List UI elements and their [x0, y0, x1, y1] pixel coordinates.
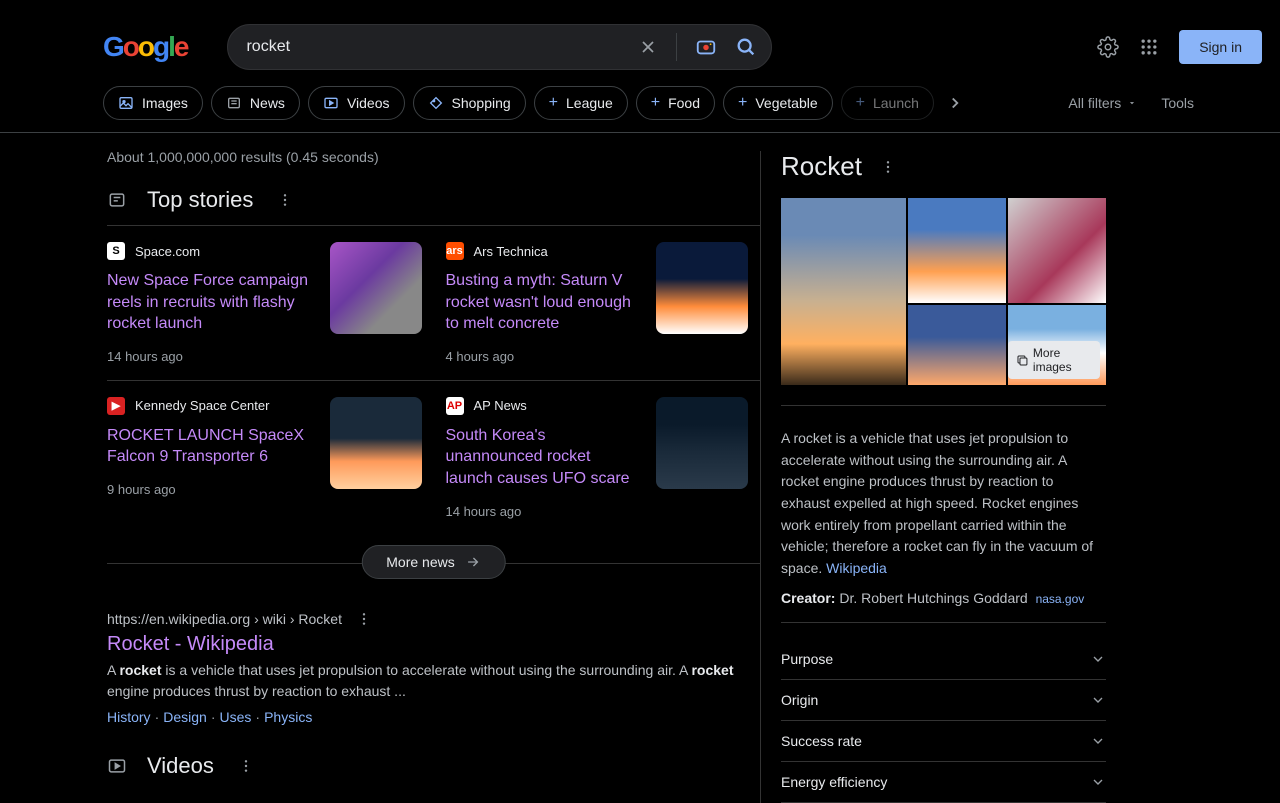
story-title[interactable]: South Korea's unannounced rocket launch …: [446, 425, 641, 490]
kp-image-grid: More images: [781, 198, 1106, 406]
kp-accordion-item[interactable]: Energy efficiency: [781, 762, 1106, 803]
filter-chip-news[interactable]: News: [211, 86, 300, 120]
filter-chip-league[interactable]: +League: [534, 86, 628, 120]
search-icon[interactable]: [735, 36, 757, 58]
kp-accordion-item[interactable]: Purpose: [781, 639, 1106, 680]
kp-image[interactable]: More images: [1008, 305, 1106, 385]
source-favicon: ▶: [107, 397, 125, 415]
kp-image[interactable]: [908, 305, 1006, 385]
kp-image[interactable]: [1008, 198, 1106, 303]
source-favicon: S: [107, 242, 125, 260]
result-title[interactable]: Rocket - Wikipedia: [107, 633, 760, 656]
search-bar: [227, 24, 772, 70]
result-sitelinks: History·Design·Uses·Physics: [107, 709, 760, 725]
news-icon: [107, 190, 127, 210]
chevron-down-icon: [1090, 692, 1106, 708]
more-images-button[interactable]: More images: [1008, 341, 1100, 379]
google-logo[interactable]: Google: [103, 31, 187, 63]
signin-button[interactable]: Sign in: [1179, 30, 1262, 64]
knowledge-panel: Rocket More images A rocket is a vehicle…: [760, 151, 1130, 803]
top-stories-more-icon[interactable]: [273, 188, 297, 212]
filter-chip-food[interactable]: +Food: [636, 86, 715, 120]
kp-more-icon[interactable]: [876, 155, 900, 179]
filter-chip-shopping[interactable]: Shopping: [413, 86, 526, 120]
story-card[interactable]: ▶ Kennedy Space Center ROCKET LAUNCH Spa…: [107, 380, 434, 535]
settings-icon[interactable]: [1097, 36, 1119, 58]
story-thumbnail[interactable]: [330, 242, 422, 334]
result-stats: About 1,000,000,000 results (0.45 second…: [107, 149, 760, 165]
story-thumbnail[interactable]: [656, 242, 748, 334]
chevron-down-icon: [1090, 774, 1106, 790]
kp-title: Rocket: [781, 151, 862, 182]
story-time: 14 hours ago: [107, 349, 314, 364]
kp-fact-creator: Creator: Dr. Robert Hutchings Goddard na…: [781, 590, 1106, 623]
sitelink[interactable]: History: [107, 709, 151, 725]
top-stories-title: Top stories: [147, 187, 253, 213]
search-input[interactable]: [242, 38, 638, 56]
kp-creator-source-link[interactable]: nasa.gov: [1036, 592, 1085, 606]
chevron-down-icon: [1090, 733, 1106, 749]
story-thumbnail[interactable]: [656, 397, 748, 489]
all-filters-button[interactable]: All filters: [1068, 95, 1137, 111]
clear-icon[interactable]: [638, 37, 658, 57]
header: Google Sign in: [0, 0, 1280, 70]
sitelink[interactable]: Design: [163, 709, 207, 725]
kp-wikipedia-link[interactable]: Wikipedia: [826, 560, 887, 576]
filter-bar: Images News Videos Shopping +League +Foo…: [0, 70, 1280, 133]
result-more-icon[interactable]: [356, 611, 372, 627]
filter-chip-videos[interactable]: Videos: [308, 86, 405, 120]
story-source: Space.com: [135, 244, 200, 259]
kp-image[interactable]: [908, 198, 1006, 303]
story-time: 4 hours ago: [446, 349, 641, 364]
filter-chip-images[interactable]: Images: [103, 86, 203, 120]
story-card[interactable]: AP AP News South Korea's unannounced roc…: [434, 380, 761, 535]
story-thumbnail[interactable]: [330, 397, 422, 489]
story-title[interactable]: Busting a myth: Saturn V rocket wasn't l…: [446, 270, 641, 335]
search-result-wikipedia: https://en.wikipedia.org › wiki › Rocket…: [107, 611, 760, 725]
filter-scroll-right-icon[interactable]: [946, 94, 964, 112]
apps-icon[interactable]: [1139, 37, 1159, 57]
story-time: 14 hours ago: [446, 504, 641, 519]
top-stories-header: Top stories: [107, 187, 760, 213]
result-snippet: A rocket is a vehicle that uses jet prop…: [107, 660, 760, 703]
source-favicon: ars: [446, 242, 464, 260]
story-card[interactable]: ars Ars Technica Busting a myth: Saturn …: [434, 225, 761, 380]
sitelink[interactable]: Physics: [264, 709, 312, 725]
videos-header: Videos: [107, 753, 760, 779]
more-news-button[interactable]: More news: [361, 545, 505, 579]
story-title[interactable]: New Space Force campaign reels in recrui…: [107, 270, 314, 335]
chevron-down-icon: [1090, 651, 1106, 667]
filter-chip-launch[interactable]: +Launch: [841, 86, 934, 120]
story-time: 9 hours ago: [107, 482, 314, 497]
kp-accordion-item[interactable]: Origin: [781, 680, 1106, 721]
story-card[interactable]: S Space.com New Space Force campaign ree…: [107, 225, 434, 380]
kp-accordion-item[interactable]: Success rate: [781, 721, 1106, 762]
lens-icon[interactable]: [695, 36, 717, 58]
videos-title: Videos: [147, 753, 214, 779]
top-stories-grid: S Space.com New Space Force campaign ree…: [107, 225, 760, 535]
tools-button[interactable]: Tools: [1161, 95, 1194, 111]
story-title[interactable]: ROCKET LAUNCH SpaceX Falcon 9 Transporte…: [107, 425, 314, 468]
source-favicon: AP: [446, 397, 464, 415]
sitelink[interactable]: Uses: [220, 709, 252, 725]
video-icon: [107, 756, 127, 776]
story-source: Ars Technica: [474, 244, 548, 259]
story-source: AP News: [474, 398, 527, 413]
result-url: https://en.wikipedia.org › wiki › Rocket: [107, 611, 342, 627]
filter-chip-vegetable[interactable]: +Vegetable: [723, 86, 833, 120]
kp-description: A rocket is a vehicle that uses jet prop…: [781, 428, 1106, 580]
kp-image[interactable]: [781, 198, 906, 385]
videos-more-icon[interactable]: [234, 754, 258, 778]
story-source: Kennedy Space Center: [135, 398, 269, 413]
